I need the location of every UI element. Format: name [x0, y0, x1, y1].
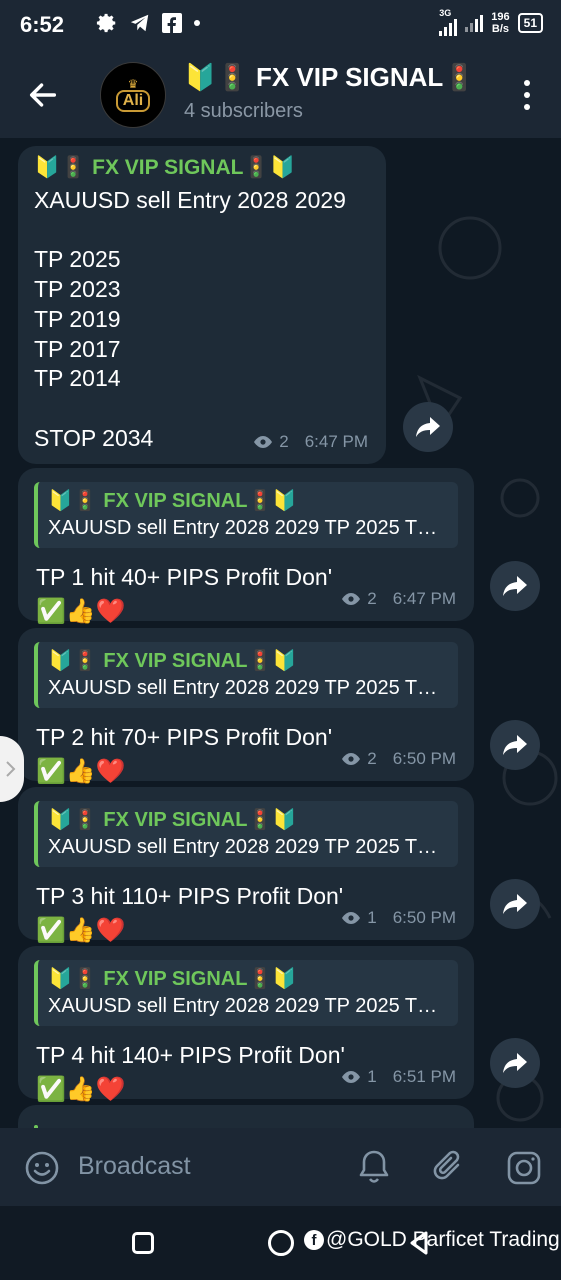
status-notification-icons: [96, 12, 202, 34]
forward-button[interactable]: [490, 1038, 540, 1088]
back-triangle-icon[interactable]: [408, 1230, 430, 1256]
more-options-icon[interactable]: [523, 80, 531, 110]
reply-sender: 🔰🚦 FX VIP SIGNAL🚦🔰: [48, 809, 298, 831]
attach-icon[interactable]: [430, 1148, 468, 1186]
broadcast-input-bar: Broadcast: [0, 1128, 561, 1206]
views-icon: [342, 593, 361, 605]
status-system-icons: 3G 196 B/s 51: [439, 8, 543, 36]
watermark: f @GOLD Parficet Trading: [304, 1228, 560, 1252]
telegram-icon: [130, 14, 149, 32]
message-bubble[interactable]: 🔰🚦 FX VIP SIGNAL🚦🔰 XAUUSD sell Entry 202…: [18, 787, 474, 944]
message-text: TP 2 hit 70+ PIPS Profit Don': [36, 724, 333, 750]
views-icon: [254, 436, 273, 448]
signal-icon: 3G: [439, 8, 458, 36]
view-count: 1: [367, 1067, 377, 1086]
views-icon: [342, 1071, 361, 1083]
message-time: 6:47 PM: [304, 432, 368, 451]
broadcast-input[interactable]: Broadcast: [78, 1152, 191, 1181]
share-arrow-icon: [503, 1053, 527, 1073]
message-bubble[interactable]: 🔰🚦 FX VIP SIGNAL🚦🔰 XAUUSD sell Entry 202…: [18, 628, 474, 785]
message-text: TP 1 hit 40+ PIPS Profit Don': [36, 564, 333, 590]
message-text: XAUUSD sell Entry 2028 2029 TP 2025 TP 2…: [34, 187, 346, 451]
forward-button[interactable]: [490, 720, 540, 770]
message-sender: 🔰🚦 FX VIP SIGNAL🚦🔰: [34, 156, 296, 179]
reply-sender: 🔰🚦 FX VIP SIGNAL🚦🔰: [48, 968, 298, 990]
message-meta: 2 6:50 PM: [341, 749, 456, 769]
view-count: 2: [279, 432, 289, 451]
view-count: 2: [367, 749, 377, 768]
recents-button[interactable]: [132, 1232, 154, 1254]
reply-sender: 🔰🚦 FX VIP SIGNAL🚦🔰: [48, 490, 298, 512]
crown-icon: ♛: [127, 77, 139, 91]
message-meta: 2 6:47 PM: [253, 432, 368, 452]
message-meta: 2 6:47 PM: [341, 589, 456, 609]
message-emojis: ✅👍❤️: [36, 917, 126, 944]
reply-text: XAUUSD sell Entry 2028 2029 TP 2025 TP 2…: [48, 517, 448, 539]
message-list[interactable]: 🔰🚦 FX VIP SIGNAL🚦🔰 XAUUSD sell Entry 202…: [0, 138, 561, 1128]
signal-icon-2: [465, 14, 484, 32]
emoji-icon[interactable]: [24, 1150, 60, 1186]
bell-icon[interactable]: [356, 1148, 392, 1186]
views-icon: [342, 753, 361, 765]
network-speed: 196 B/s: [491, 11, 510, 35]
reply-text: XAUUSD sell Entry 2028 2029 TP 2025 TP 2…: [48, 995, 448, 1017]
share-arrow-icon: [416, 417, 440, 437]
dot-icon: [194, 20, 200, 26]
message-bubble-partial[interactable]: [18, 1105, 474, 1128]
facebook-logo-icon: f: [304, 1230, 324, 1250]
message-time: 6:51 PM: [392, 1067, 456, 1086]
gear-icon: [96, 13, 116, 33]
channel-title[interactable]: 🔰🚦 FX VIP SIGNAL🚦: [184, 62, 476, 93]
battery-indicator: 51: [517, 13, 543, 33]
message-meta: 1 6:51 PM: [341, 1067, 456, 1087]
message-time: 6:50 PM: [392, 749, 456, 768]
reply-preview[interactable]: 🔰🚦 FX VIP SIGNAL🚦🔰 XAUUSD sell Entry 202…: [34, 642, 458, 708]
share-arrow-icon: [503, 735, 527, 755]
message-bubble[interactable]: 🔰🚦 FX VIP SIGNAL🚦🔰 XAUUSD sell Entry 202…: [18, 468, 474, 625]
channel-avatar[interactable]: ♛ Ali: [100, 62, 166, 128]
network-type: 3G: [439, 8, 452, 18]
message-meta: 1 6:50 PM: [341, 908, 456, 928]
channel-subscribers: 4 subscribers: [184, 100, 303, 122]
channel-header: ♛ Ali 🔰🚦 FX VIP SIGNAL🚦 4 subscribers: [0, 52, 561, 138]
message-emojis: ✅👍❤️: [36, 598, 126, 625]
views-icon: [342, 912, 361, 924]
avatar-label: Ali: [115, 90, 151, 112]
forward-button[interactable]: [490, 561, 540, 611]
view-count: 1: [367, 908, 377, 927]
message-time: 6:47 PM: [392, 589, 456, 608]
message-emojis: ✅👍❤️: [36, 758, 126, 785]
message-bubble[interactable]: 🔰🚦 FX VIP SIGNAL🚦🔰 XAUUSD sell Entry 202…: [18, 946, 474, 1103]
status-time: 6:52: [20, 12, 65, 37]
status-bar: 6:52 3G 196 B/s 51: [0, 0, 561, 52]
camera-icon[interactable]: [506, 1150, 542, 1186]
share-arrow-icon: [503, 894, 527, 914]
reply-preview[interactable]: 🔰🚦 FX VIP SIGNAL🚦🔰 XAUUSD sell Entry 202…: [34, 960, 458, 1026]
back-arrow-icon[interactable]: [26, 78, 60, 112]
share-arrow-icon: [503, 576, 527, 596]
message-text: TP 3 hit 110+ PIPS Profit Don': [36, 883, 344, 909]
forward-button[interactable]: [403, 402, 453, 452]
view-count: 2: [367, 589, 377, 608]
reply-text: XAUUSD sell Entry 2028 2029 TP 2025 TP 2…: [48, 836, 448, 858]
chevron-right-icon: [6, 761, 16, 777]
home-button[interactable]: [268, 1230, 294, 1256]
forward-button[interactable]: [490, 879, 540, 929]
reply-preview[interactable]: 🔰🚦 FX VIP SIGNAL🚦🔰 XAUUSD sell Entry 202…: [34, 801, 458, 867]
watermark-text: @GOLD Parficet Trading: [326, 1228, 560, 1251]
reply-preview[interactable]: 🔰🚦 FX VIP SIGNAL🚦🔰 XAUUSD sell Entry 202…: [34, 482, 458, 548]
reply-sender: 🔰🚦 FX VIP SIGNAL🚦🔰: [48, 650, 298, 672]
message-emojis: ✅👍❤️: [36, 1076, 126, 1103]
system-nav-bar: f @GOLD Parficet Trading: [0, 1206, 561, 1280]
message-time: 6:50 PM: [392, 908, 456, 927]
facebook-icon: [162, 13, 182, 33]
message-text: TP 4 hit 140+ PIPS Profit Don': [36, 1042, 345, 1068]
message-bubble[interactable]: 🔰🚦 FX VIP SIGNAL🚦🔰 XAUUSD sell Entry 202…: [18, 146, 386, 464]
reply-text: XAUUSD sell Entry 2028 2029 TP 2025 TP 2…: [48, 677, 448, 699]
